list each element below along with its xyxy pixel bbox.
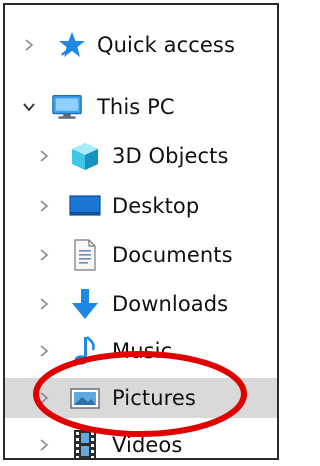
chevron-right-icon[interactable] [35, 436, 53, 454]
chevron-right-icon[interactable] [20, 36, 38, 54]
nav-item-pictures[interactable]: Pictures [5, 378, 277, 418]
nav-item-label: Documents [112, 243, 233, 267]
chevron-right-icon[interactable] [35, 147, 53, 165]
pictures-icon [69, 382, 101, 414]
3d-objects-icon [69, 140, 101, 172]
nav-tree: Quick access This PC 3D Objects Desktop … [5, 5, 277, 460]
nav-item-3d-objects[interactable]: 3D Objects [5, 136, 277, 176]
nav-item-quick-access[interactable]: Quick access [5, 25, 277, 65]
chevron-right-icon[interactable] [35, 197, 53, 215]
chevron-right-icon[interactable] [35, 342, 53, 360]
nav-item-label: This PC [97, 95, 175, 119]
nav-item-label: 3D Objects [112, 144, 229, 168]
nav-item-label: Desktop [112, 194, 200, 218]
nav-item-label: Quick access [97, 33, 236, 57]
music-icon [69, 335, 101, 367]
chevron-down-icon[interactable] [20, 98, 38, 116]
nav-item-music[interactable]: Music [5, 331, 277, 371]
nav-item-label: Downloads [112, 292, 229, 316]
chevron-right-icon[interactable] [35, 389, 53, 407]
navigation-pane: Quick access This PC 3D Objects Desktop … [3, 3, 279, 460]
nav-item-this-pc[interactable]: This PC [5, 87, 277, 127]
star-pin-icon [56, 29, 88, 61]
computer-icon [51, 91, 83, 123]
nav-item-label: Videos [112, 433, 183, 457]
nav-item-documents[interactable]: Documents [5, 235, 277, 275]
videos-icon [69, 429, 101, 461]
nav-item-downloads[interactable]: Downloads [5, 284, 277, 324]
nav-item-label: Pictures [112, 386, 196, 410]
nav-item-label: Music [112, 339, 173, 363]
downloads-icon [69, 288, 101, 320]
nav-item-desktop[interactable]: Desktop [5, 186, 277, 226]
chevron-right-icon[interactable] [35, 295, 53, 313]
desktop-icon [69, 190, 101, 222]
documents-icon [69, 239, 101, 271]
chevron-right-icon[interactable] [35, 246, 53, 264]
nav-item-videos[interactable]: Videos [5, 425, 277, 465]
